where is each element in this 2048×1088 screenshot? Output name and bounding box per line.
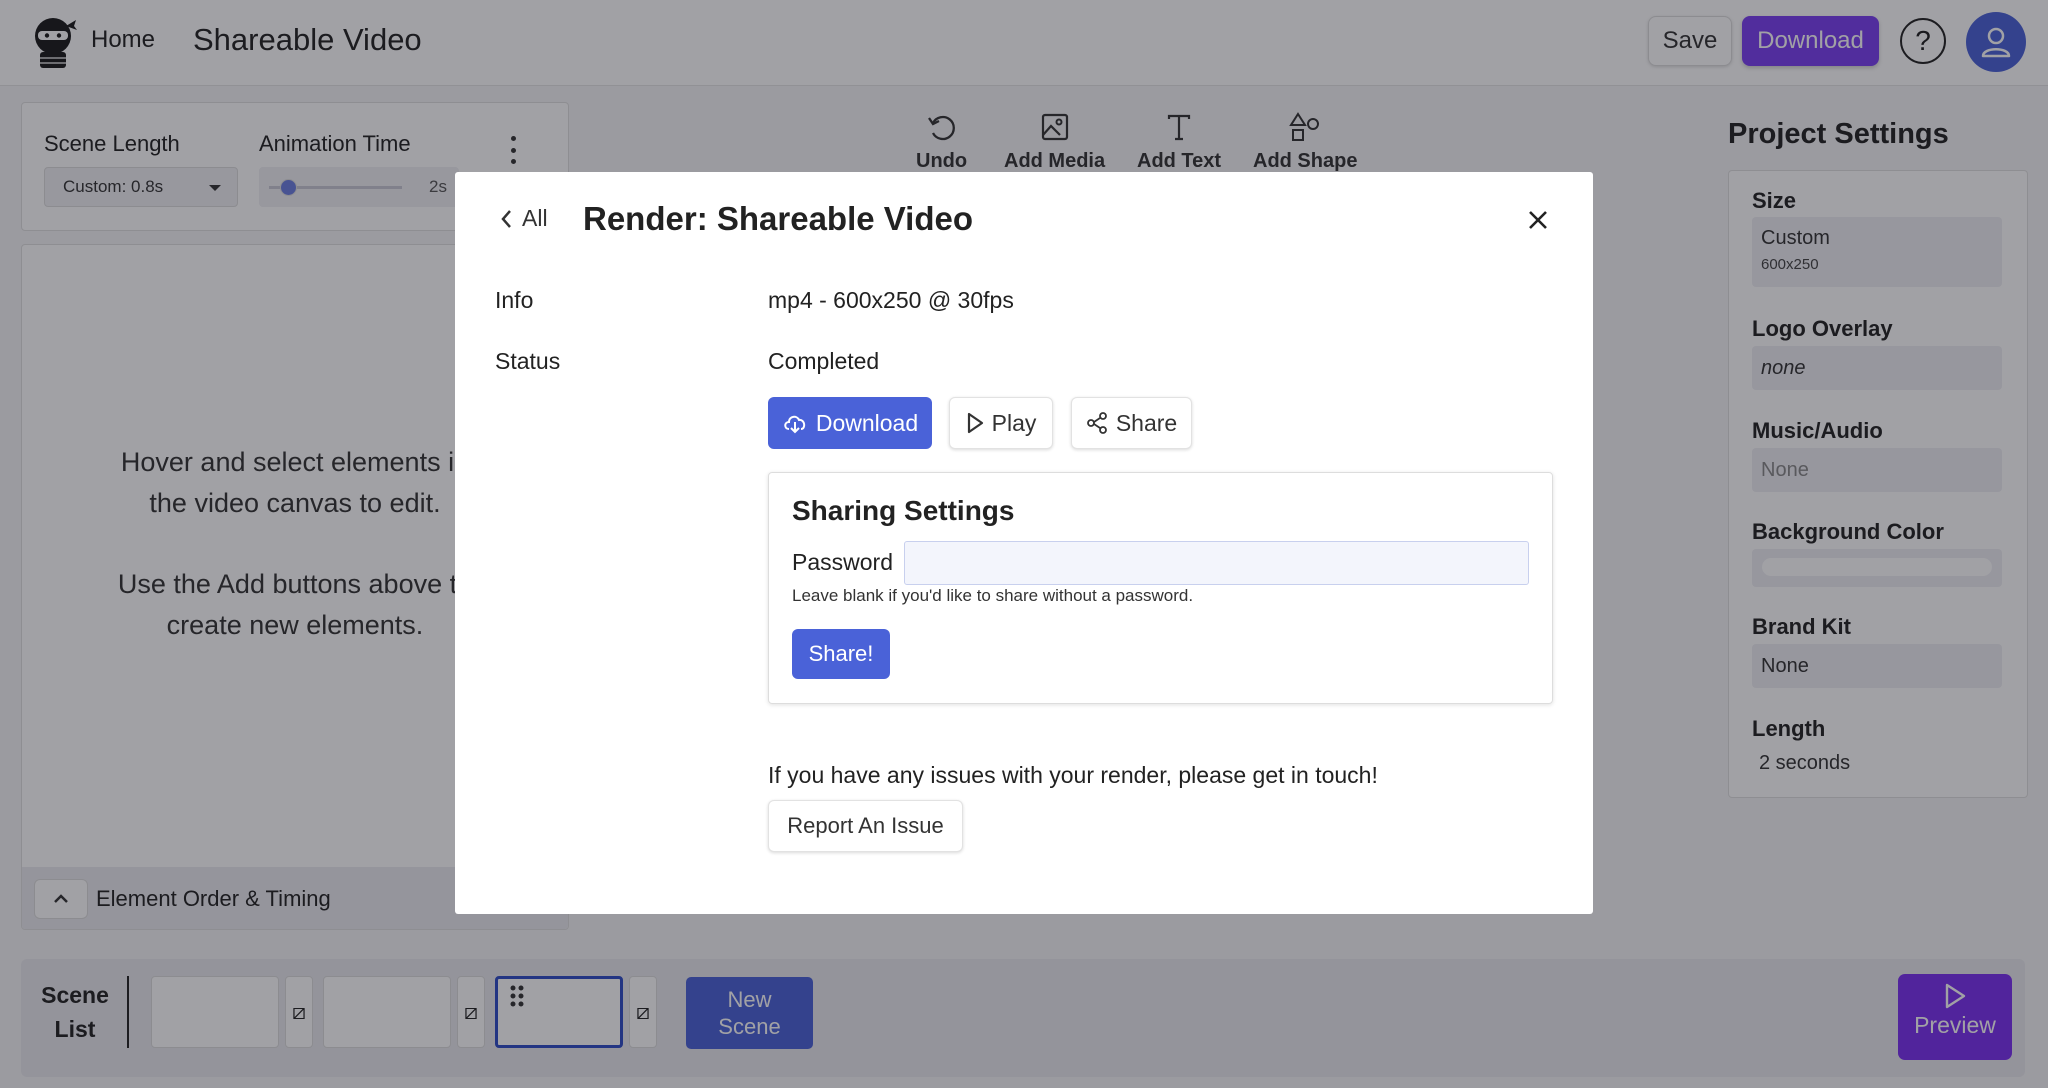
video-editor-app: Home Shareable Video Save Download ? Sce… [0, 0, 2048, 1088]
download-render-button[interactable]: Download [768, 397, 932, 449]
info-value: mp4 - 600x250 @ 30fps [768, 287, 1014, 313]
download-render-label: Download [815, 409, 919, 436]
share-submit-button[interactable]: Share! [792, 629, 890, 679]
play-label: Play [991, 409, 1037, 436]
status-value: Completed [768, 348, 880, 374]
chevron-left-icon [501, 209, 511, 228]
password-help-text: Leave blank if you'd like to share witho… [792, 586, 1194, 605]
share-button[interactable]: Share [1071, 397, 1192, 449]
share-label: Share [1115, 409, 1178, 436]
cloud-download-icon [784, 415, 805, 434]
modal-title: Render: Shareable Video [583, 200, 974, 237]
play-icon [967, 412, 983, 434]
issue-text: If you have any issues with your render,… [768, 762, 1378, 788]
info-label: Info [495, 287, 534, 313]
back-all-label: All [522, 205, 548, 231]
password-label: Password [792, 549, 893, 575]
sharing-settings-title: Sharing Settings [792, 495, 1015, 526]
play-button[interactable]: Play [949, 397, 1053, 449]
share-icon [1086, 412, 1107, 434]
back-all-link[interactable]: All [500, 205, 548, 232]
password-input[interactable] [904, 541, 1529, 585]
report-issue-button[interactable]: Report An Issue [768, 800, 963, 852]
close-icon[interactable] [1526, 208, 1550, 232]
status-label: Status [495, 348, 561, 374]
